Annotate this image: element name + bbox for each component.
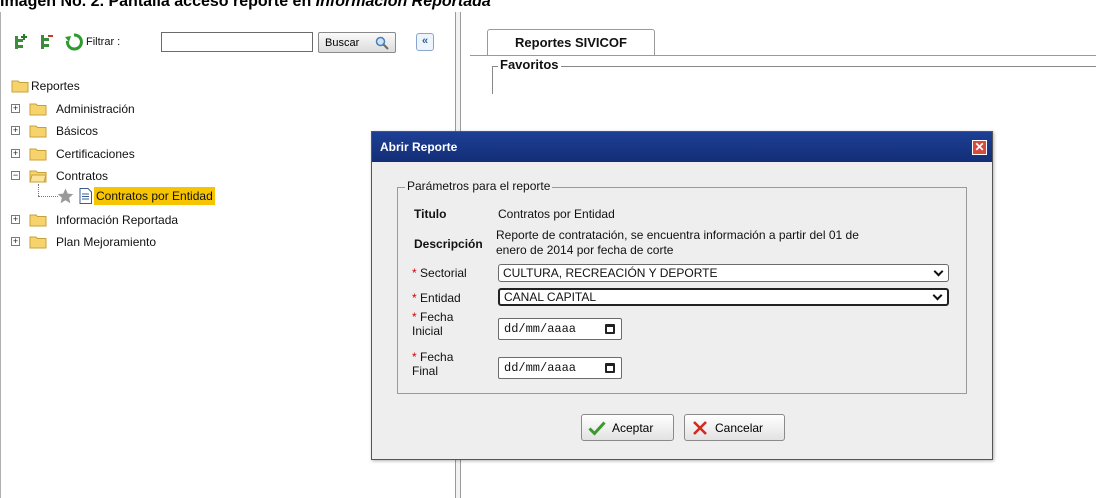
titulo-value: Contratos por Entidad [498, 207, 615, 221]
report-document-icon [79, 188, 92, 204]
required-mark: * [412, 310, 417, 324]
calendar-icon[interactable] [605, 324, 615, 334]
cancel-x-icon [693, 421, 707, 435]
tree-item-label: Información Reportada [56, 213, 179, 227]
tree-toolbar: Filtrar : Buscar « [11, 32, 451, 54]
document-caption: Imagen No. 2. Pantalla acceso reporte en… [0, 0, 1096, 12]
cancel-button[interactable]: Cancelar [684, 414, 785, 441]
favoritos-legend: Favoritos [498, 57, 561, 72]
tree-item-label: Plan Mejoramiento [56, 235, 157, 249]
entidad-label-text: Entidad [420, 291, 461, 305]
tree-connector-h [38, 196, 58, 197]
filter-input[interactable] [161, 32, 313, 52]
tree-item-label-selected: Contratos por Entidad [94, 187, 215, 205]
fecha-final-label: * Fecha Final [412, 350, 453, 378]
expand-toggle[interactable]: + [11, 215, 20, 224]
fecha-final-label-line1: Fecha [420, 350, 454, 364]
expand-toggle[interactable]: + [11, 126, 20, 135]
folder-icon [29, 214, 47, 227]
folder-icon [29, 125, 47, 138]
cancel-button-label: Cancelar [715, 421, 764, 435]
expand-toggle[interactable]: + [11, 237, 20, 246]
collapse-toggle[interactable]: − [11, 171, 20, 180]
caption-emphasis: Información Reportada [315, 0, 491, 10]
accept-button[interactable]: Aceptar [581, 414, 674, 441]
open-report-dialog: Abrir Reporte ✕ Parámetros para el repor… [371, 131, 993, 460]
expand-toggle[interactable]: + [11, 104, 20, 113]
tab-strip-line [470, 55, 1096, 56]
sectorial-label-text: Sectorial [420, 266, 467, 280]
fecha-final-placeholder: dd/mm/aaaa [504, 361, 577, 375]
search-button-label: Buscar [325, 36, 360, 49]
tree-item-label: Administración [56, 102, 135, 116]
entidad-select[interactable]: CANAL CAPITAL [498, 288, 949, 306]
required-mark: * [412, 350, 417, 364]
filter-label: Filtrar : [86, 36, 121, 48]
titulo-label: Titulo [414, 207, 447, 221]
fecha-inicial-placeholder: dd/mm/aaaa [504, 322, 577, 336]
calendar-icon[interactable] [605, 363, 615, 373]
descripcion-label: Descripción [414, 237, 483, 251]
tree-connector-v [38, 184, 39, 196]
sectorial-label: * Sectorial [412, 266, 467, 280]
folder-icon [29, 236, 47, 249]
fecha-inicial-label-line1: Fecha [420, 310, 454, 324]
tree-icon[interactable] [39, 34, 55, 50]
tree-item-label: Contratos [56, 169, 109, 183]
collapse-panel-button[interactable]: « [416, 33, 434, 51]
descripcion-value-line1: Reporte de contratación, se encuentra in… [496, 228, 859, 242]
sectorial-selected-value: CULTURA, RECREACIÓN Y DEPORTE [503, 266, 718, 280]
tree-item-label: Certificaciones [56, 147, 135, 161]
add-node-icon[interactable] [13, 34, 29, 50]
dialog-title: Abrir Reporte [380, 140, 458, 154]
parameters-legend: Parámetros para el reporte [405, 179, 553, 193]
chevron-down-icon [933, 266, 944, 277]
fecha-final-input[interactable]: dd/mm/aaaa [498, 357, 622, 379]
descripcion-value-line2: enero de 2014 por fecha de corte [496, 243, 674, 257]
caption-prefix: Imagen No. 2. Pantalla acceso reporte en [0, 0, 316, 10]
favoritos-fieldset [492, 66, 1096, 94]
folder-icon [29, 148, 47, 161]
expand-toggle[interactable]: + [11, 149, 20, 158]
checkmark-icon [588, 421, 606, 436]
entidad-selected-value: CANAL CAPITAL [504, 290, 597, 304]
folder-open-icon [11, 80, 29, 93]
sectorial-select[interactable]: CULTURA, RECREACIÓN Y DEPORTE [498, 264, 949, 282]
search-button[interactable]: Buscar [318, 32, 396, 53]
required-mark: * [412, 266, 417, 280]
close-icon[interactable]: ✕ [972, 140, 987, 155]
magnifier-icon [375, 36, 389, 50]
fecha-inicial-input[interactable]: dd/mm/aaaa [498, 318, 622, 340]
folder-open-icon [29, 170, 47, 183]
fecha-inicial-label-line2: Inicial [412, 324, 443, 338]
folder-icon [29, 103, 47, 116]
star-icon[interactable] [57, 188, 74, 204]
tab-reportes-sivicof[interactable]: Reportes SIVICOF [487, 29, 655, 56]
accept-button-label: Aceptar [612, 421, 654, 435]
dialog-header[interactable]: Abrir Reporte ✕ [372, 132, 992, 162]
tree-root-label: Reportes [31, 79, 80, 93]
entidad-label: * Entidad [412, 291, 461, 305]
refresh-icon[interactable] [65, 33, 83, 51]
tree-item-label: Básicos [56, 124, 99, 138]
fecha-inicial-label: * Fecha Inicial [412, 310, 453, 338]
required-mark: * [412, 291, 417, 305]
chevron-down-icon [932, 290, 943, 301]
fecha-final-label-line2: Final [412, 364, 439, 378]
